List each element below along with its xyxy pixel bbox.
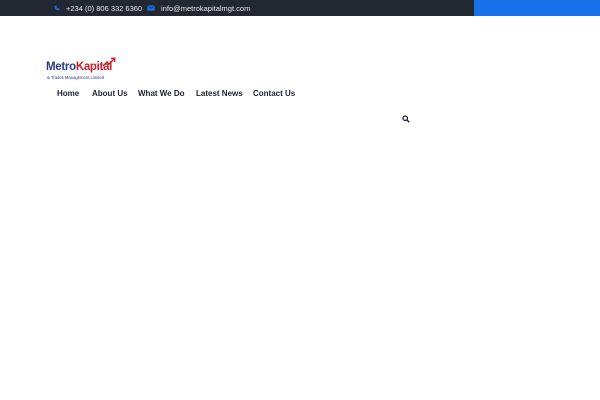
nav-item-home[interactable]: Home — [57, 89, 79, 98]
phone-contact[interactable]: +234 (0) 806 332 6360 — [54, 0, 142, 16]
logo-word-metro: Metro — [46, 61, 76, 73]
search-button[interactable] — [402, 110, 410, 128]
logo-arrow-icon — [102, 57, 116, 67]
email-contact[interactable]: info@metrokapitalmgt.com — [147, 0, 250, 16]
phone-number: +234 (0) 806 332 6360 — [66, 3, 143, 13]
envelope-icon — [147, 4, 155, 13]
site-logo[interactable]: MetroKapital & Trades Management Limited — [46, 57, 118, 83]
topbar-accent-block — [474, 0, 600, 16]
phone-icon — [54, 4, 60, 13]
nav-item-what-we-do[interactable]: What We Do — [138, 89, 185, 98]
email-address: info@metrokapitalmgt.com — [161, 3, 251, 13]
top-bar: +234 (0) 806 332 6360 info@metrokapitalm… — [0, 0, 600, 16]
search-icon — [402, 115, 410, 123]
logo-subtitle: & Trades Management Limited — [47, 75, 105, 80]
nav-item-latest-news[interactable]: Latest News — [196, 89, 243, 98]
nav-item-contact-us[interactable]: Contact Us — [253, 89, 295, 98]
nav-item-about-us[interactable]: About Us — [92, 89, 128, 98]
